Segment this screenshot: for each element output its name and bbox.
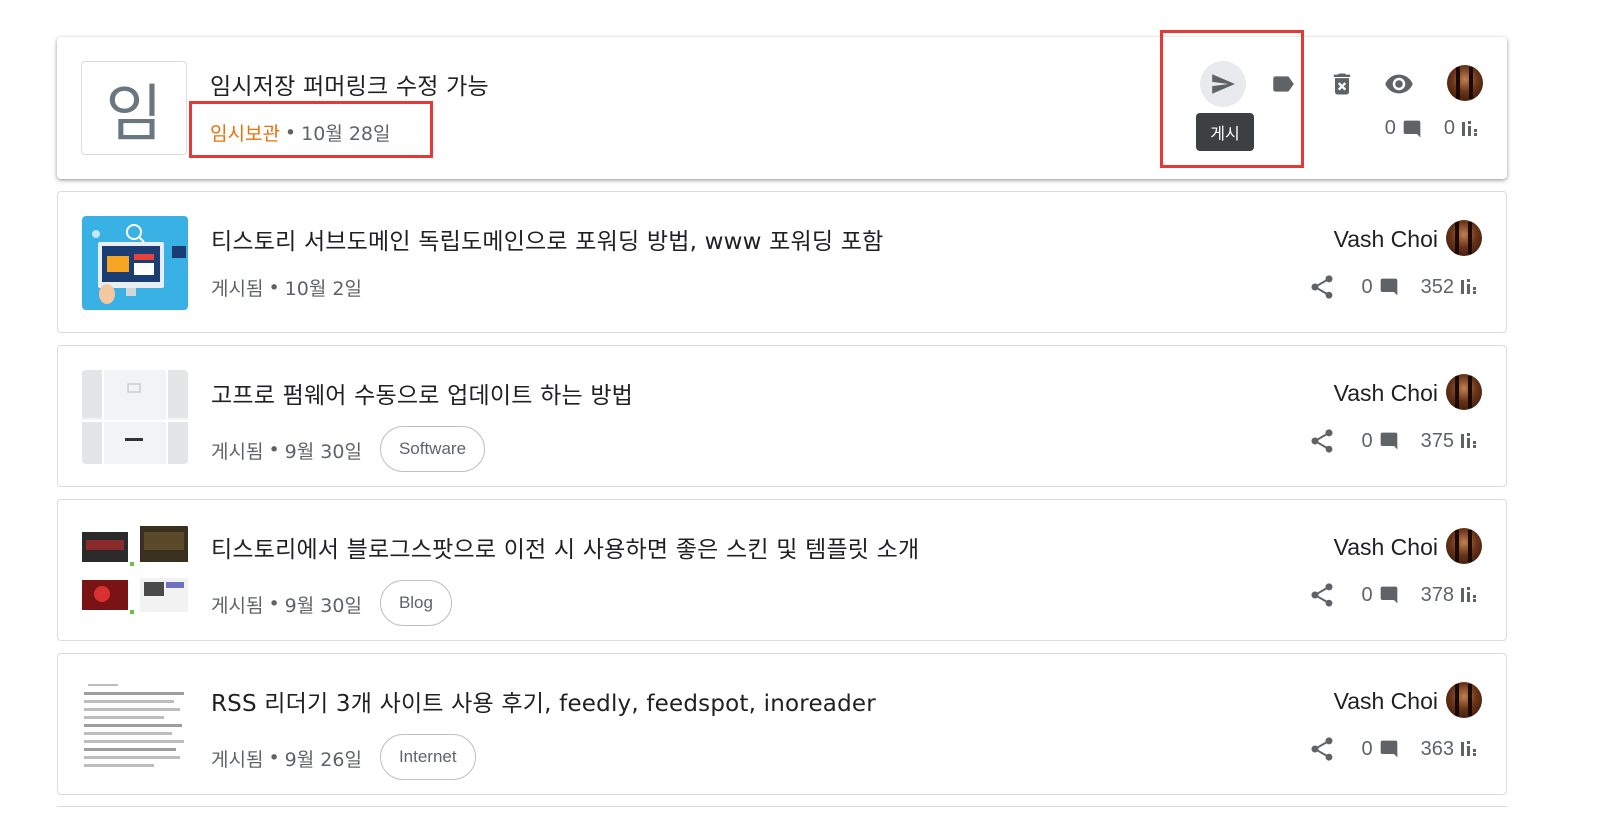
post-card-draft[interactable]: 임 임시저장 퍼머링크 수정 가능 임시보관 • 10월 28일 0 0 xyxy=(57,37,1507,179)
post-stats: 0 0 xyxy=(1385,117,1479,140)
author-avatar xyxy=(1446,528,1482,564)
post-status: 게시됨 xyxy=(211,278,264,300)
comment-icon xyxy=(1380,278,1397,296)
comment-count: 0 xyxy=(1361,275,1373,298)
comment-icon xyxy=(1380,432,1397,450)
meta-separator: • xyxy=(268,439,280,461)
publish-button[interactable] xyxy=(1200,61,1246,107)
post-card[interactable]: RSS 리더기 3개 사이트 사용 후기, feedly, feedspot, … xyxy=(57,653,1507,795)
eye-icon xyxy=(1385,74,1413,94)
author-avatar xyxy=(1446,682,1482,718)
post-meta: 게시됨 • 9월 30일 Blog xyxy=(211,580,452,626)
post-status: 게시됨 xyxy=(211,748,264,771)
post-card-partial xyxy=(57,806,1507,829)
post-status: 임시보관 xyxy=(210,123,280,145)
post-thumbnail xyxy=(82,524,188,618)
post-card[interactable]: 고프로 펌웨어 수동으로 업데이트 하는 방법 게시됨 • 9월 30일 Sof… xyxy=(57,345,1507,487)
preview-button[interactable] xyxy=(1376,61,1422,107)
author-name: Vash Choi xyxy=(1333,688,1438,714)
send-icon xyxy=(1212,74,1235,94)
label-chip[interactable]: Software xyxy=(379,426,486,472)
post-status: 게시됨 xyxy=(211,594,264,617)
delete-icon xyxy=(1333,73,1351,95)
post-meta: 게시됨 • 9월 26일 Internet xyxy=(211,734,476,780)
post-thumbnail xyxy=(82,678,188,772)
post-thumbnail-letter: 임 xyxy=(81,61,187,155)
author-name: Vash Choi xyxy=(1333,226,1438,252)
view-count: 0 xyxy=(1443,117,1455,139)
post-title[interactable]: 고프로 펌웨어 수동으로 업데이트 하는 방법 xyxy=(211,376,633,410)
share-icon[interactable] xyxy=(1308,580,1336,610)
publish-tooltip: 게시 xyxy=(1196,113,1254,151)
author-avatar xyxy=(1446,220,1482,256)
stats-icon xyxy=(1461,587,1476,602)
meta-separator: • xyxy=(268,276,280,299)
post-stats: 0 363 xyxy=(1308,734,1479,764)
meta-separator: • xyxy=(284,121,297,144)
post-title[interactable]: RSS 리더기 3개 사이트 사용 후기, feedly, feedspot, … xyxy=(211,684,876,718)
meta-separator: • xyxy=(268,747,280,769)
label-button[interactable] xyxy=(1260,61,1306,107)
stats-icon xyxy=(1461,433,1476,448)
stats-icon xyxy=(1462,120,1477,136)
share-icon[interactable] xyxy=(1308,272,1336,302)
comment-count: 0 xyxy=(1361,583,1373,606)
view-count: 378 xyxy=(1420,583,1454,606)
post-card[interactable]: 티스토리에서 블로그스팟으로 이전 시 사용하면 좋은 스킨 및 템플릿 소개 … xyxy=(57,499,1507,641)
post-meta: 게시됨 • 9월 30일 Software xyxy=(211,426,486,472)
comment-icon xyxy=(1380,740,1397,758)
post-stats: 0 352 xyxy=(1308,272,1479,302)
post-title[interactable]: 티스토리에서 블로그스팟으로 이전 시 사용하면 좋은 스킨 및 템플릿 소개 xyxy=(211,530,919,564)
label-chip[interactable]: Blog xyxy=(379,580,452,626)
author-avatar xyxy=(1446,374,1482,410)
post-date: 10월 2일 xyxy=(284,278,362,300)
label-chip[interactable]: Internet xyxy=(379,734,476,780)
post-meta: 게시됨 • 10월 2일 xyxy=(211,274,362,301)
post-title[interactable]: 티스토리 서브도메인 독립도메인으로 포워딩 방법, www 포워딩 포함 xyxy=(211,222,883,256)
delete-button[interactable] xyxy=(1319,61,1365,107)
stats-icon xyxy=(1461,741,1476,756)
comment-count: 0 xyxy=(1361,429,1373,452)
post-title[interactable]: 임시저장 퍼머링크 수정 가능 xyxy=(210,67,489,101)
comment-icon xyxy=(1403,120,1421,137)
post-date: 10월 28일 xyxy=(301,123,391,145)
stats-icon xyxy=(1461,279,1476,294)
author-name: Vash Choi xyxy=(1333,534,1438,560)
post-date: 9월 26일 xyxy=(284,748,362,771)
post-thumbnail xyxy=(82,370,188,464)
view-count: 352 xyxy=(1420,275,1454,298)
post-card[interactable]: 티스토리 서브도메인 독립도메인으로 포워딩 방법, www 포워딩 포함 게시… xyxy=(57,191,1507,333)
share-icon[interactable] xyxy=(1308,734,1336,764)
post-stats: 0 375 xyxy=(1308,426,1479,456)
comment-count: 0 xyxy=(1361,737,1373,760)
label-icon xyxy=(1273,76,1294,92)
post-date: 9월 30일 xyxy=(284,594,362,617)
view-count: 363 xyxy=(1420,737,1454,760)
comment-count: 0 xyxy=(1384,117,1396,139)
post-status: 게시됨 xyxy=(211,440,264,463)
author-name: Vash Choi xyxy=(1333,380,1438,406)
post-meta: 임시보관 • 10월 28일 xyxy=(210,119,391,146)
post-date: 9월 30일 xyxy=(284,440,362,463)
meta-separator: • xyxy=(268,593,280,615)
post-stats: 0 378 xyxy=(1308,580,1479,610)
share-icon[interactable] xyxy=(1308,426,1336,456)
author-avatar xyxy=(1447,65,1483,101)
view-count: 375 xyxy=(1420,429,1454,452)
post-thumbnail xyxy=(82,216,188,310)
comment-icon xyxy=(1380,586,1397,604)
